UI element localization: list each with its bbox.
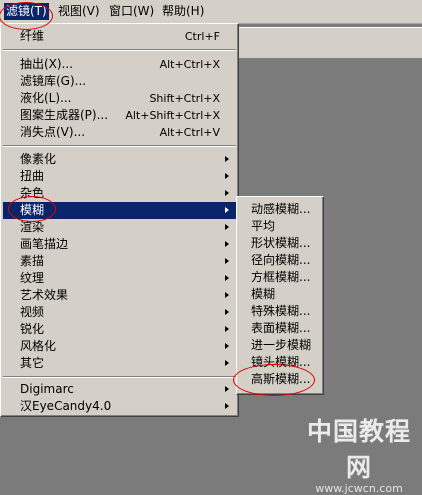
menu-item-other[interactable]: 其它 (3, 355, 236, 372)
menu-item-label: 消失点(V)... (20, 125, 86, 139)
submenu-item-smart-blur[interactable]: 特殊模糊... (239, 303, 321, 320)
menu-item-label: 进一步模糊 (251, 338, 312, 352)
menu-item-brush-strokes[interactable]: 画笔描边 (3, 236, 236, 253)
menu-item-sketch[interactable]: 素描 (3, 253, 236, 270)
submenu-arrow-icon (225, 275, 229, 281)
menu-item-digimarc[interactable]: Digimarc (3, 381, 236, 398)
menu-separator (3, 376, 236, 378)
menu-item-shortcut: Alt+Ctrl+V (159, 126, 220, 139)
submenu-item-surface-blur[interactable]: 表面模糊... (239, 320, 321, 337)
menu-item-pixelate[interactable]: 像素化 (3, 151, 236, 168)
submenu-arrow-icon (225, 258, 229, 264)
menu-item-label: 抽出(X)... (20, 57, 74, 71)
menu-item-pattern-maker[interactable]: 图案生成器(P)... Alt+Shift+Ctrl+X (3, 107, 236, 124)
submenu-arrow-icon (225, 403, 229, 409)
menu-separator (3, 145, 236, 147)
menu-item-label: 素描 (20, 254, 45, 268)
menu-item-label: 视频 (20, 305, 45, 319)
submenu-arrow-icon (225, 386, 229, 392)
menu-item-artistic[interactable]: 艺术效果 (3, 287, 236, 304)
blur-submenu: 动感模糊... 平均 形状模糊... 径向模糊... 方框模糊... 模糊 特殊… (236, 196, 324, 395)
menu-item-label: 滤镜库(G)... (20, 74, 87, 88)
menu-item-label: 图案生成器(P)... (20, 108, 109, 122)
menu-item-stylize[interactable]: 风格化 (3, 338, 236, 355)
menu-item-render[interactable]: 渲染 (3, 219, 236, 236)
options-panel (238, 27, 422, 59)
submenu-arrow-icon (225, 343, 229, 349)
menu-item-noise[interactable]: 杂色 (3, 185, 236, 202)
submenu-item-blur[interactable]: 模糊 (239, 286, 321, 303)
menu-item-label: 纤维 (20, 29, 45, 43)
menu-item-fibers[interactable]: 纤维 Ctrl+F (3, 28, 236, 45)
menu-item-filter-gallery[interactable]: 滤镜库(G)... (3, 73, 236, 90)
watermark-text: 中国教程网 (306, 417, 411, 482)
menu-item-label: 风格化 (20, 339, 57, 353)
submenu-item-radial-blur[interactable]: 径向模糊... (239, 252, 321, 269)
menu-item-vanishing-point[interactable]: 消失点(V)... Alt+Ctrl+V (3, 124, 236, 141)
menu-separator (3, 49, 236, 51)
menu-item-blur[interactable]: 模糊 (3, 202, 236, 219)
menu-item-label: 形状模糊... (251, 236, 311, 250)
menu-item-label: 杂色 (20, 186, 45, 200)
submenu-arrow-icon (225, 224, 229, 230)
menu-item-label: 平均 (251, 219, 276, 233)
menu-window[interactable]: 窗口(W) (107, 3, 156, 20)
submenu-arrow-icon (225, 156, 229, 162)
menu-item-video[interactable]: 视频 (3, 304, 236, 321)
submenu-item-shape-blur[interactable]: 形状模糊... (239, 235, 321, 252)
submenu-arrow-icon (225, 309, 229, 315)
menu-item-label: 特殊模糊... (251, 304, 311, 318)
menu-item-label: 纹理 (20, 271, 45, 285)
menu-item-label: 渲染 (20, 220, 45, 234)
menu-item-distort[interactable]: 扭曲 (3, 168, 236, 185)
submenu-arrow-icon (225, 241, 229, 247)
menu-item-label: 画笔描边 (20, 237, 69, 251)
menu-filter[interactable]: 滤镜(T) (4, 3, 49, 20)
menu-item-label: Digimarc (20, 382, 74, 396)
menu-item-label: 高斯模糊... (251, 372, 311, 386)
menu-item-extract[interactable]: 抽出(X)... Alt+Ctrl+X (3, 56, 236, 73)
menu-item-label: 液化(L)... (20, 91, 72, 105)
menu-item-label: 锐化 (20, 322, 45, 336)
submenu-arrow-icon (225, 292, 229, 298)
menu-item-eyecandy[interactable]: 汉EyeCandy4.0 (3, 398, 236, 415)
menu-item-shortcut: Alt+Shift+Ctrl+X (125, 109, 220, 122)
menu-item-label: 方框模糊... (251, 270, 311, 284)
menu-view[interactable]: 视图(V) (56, 3, 102, 20)
submenu-item-lens-blur[interactable]: 镜头模糊... (239, 354, 321, 371)
menu-item-label: 汉EyeCandy4.0 (20, 399, 112, 413)
submenu-arrow-icon (225, 207, 229, 213)
submenu-item-gaussian-blur[interactable]: 高斯模糊... (239, 371, 321, 388)
menu-bar: 滤镜(T) 视图(V) 窗口(W) 帮助(H) (0, 0, 422, 24)
menu-item-label: 扭曲 (20, 169, 45, 183)
submenu-item-blur-more[interactable]: 进一步模糊 (239, 337, 321, 354)
menu-item-texture[interactable]: 纹理 (3, 270, 236, 287)
menu-item-shortcut: Shift+Ctrl+X (149, 92, 220, 105)
watermark: 中国教程网 www.jcwcn.com (296, 412, 422, 495)
menu-item-label: 径向模糊... (251, 253, 311, 267)
submenu-item-box-blur[interactable]: 方框模糊... (239, 269, 321, 286)
submenu-item-motion-blur[interactable]: 动感模糊... (239, 201, 321, 218)
submenu-arrow-icon (225, 360, 229, 366)
submenu-arrow-icon (225, 326, 229, 332)
submenu-item-average[interactable]: 平均 (239, 218, 321, 235)
menu-item-label: 模糊 (251, 287, 276, 301)
menu-item-label: 镜头模糊... (251, 355, 311, 369)
menu-item-label: 模糊 (20, 203, 45, 217)
menu-item-label: 艺术效果 (20, 288, 69, 302)
menu-item-label: 像素化 (20, 152, 57, 166)
menu-item-label: 表面模糊... (251, 321, 311, 335)
menu-help[interactable]: 帮助(H) (160, 3, 206, 20)
menu-item-sharpen[interactable]: 锐化 (3, 321, 236, 338)
submenu-arrow-icon (225, 190, 229, 196)
submenu-arrow-icon (225, 173, 229, 179)
menu-item-shortcut: Alt+Ctrl+X (159, 58, 220, 71)
menu-item-label: 其它 (20, 356, 45, 370)
menu-item-liquify[interactable]: 液化(L)... Shift+Ctrl+X (3, 90, 236, 107)
filter-menu: 纤维 Ctrl+F 抽出(X)... Alt+Ctrl+X 滤镜库(G)... … (0, 23, 239, 417)
watermark-url: www.jcwcn.com (315, 482, 403, 495)
menu-item-shortcut: Ctrl+F (184, 30, 220, 43)
menu-item-label: 动感模糊... (251, 202, 311, 216)
